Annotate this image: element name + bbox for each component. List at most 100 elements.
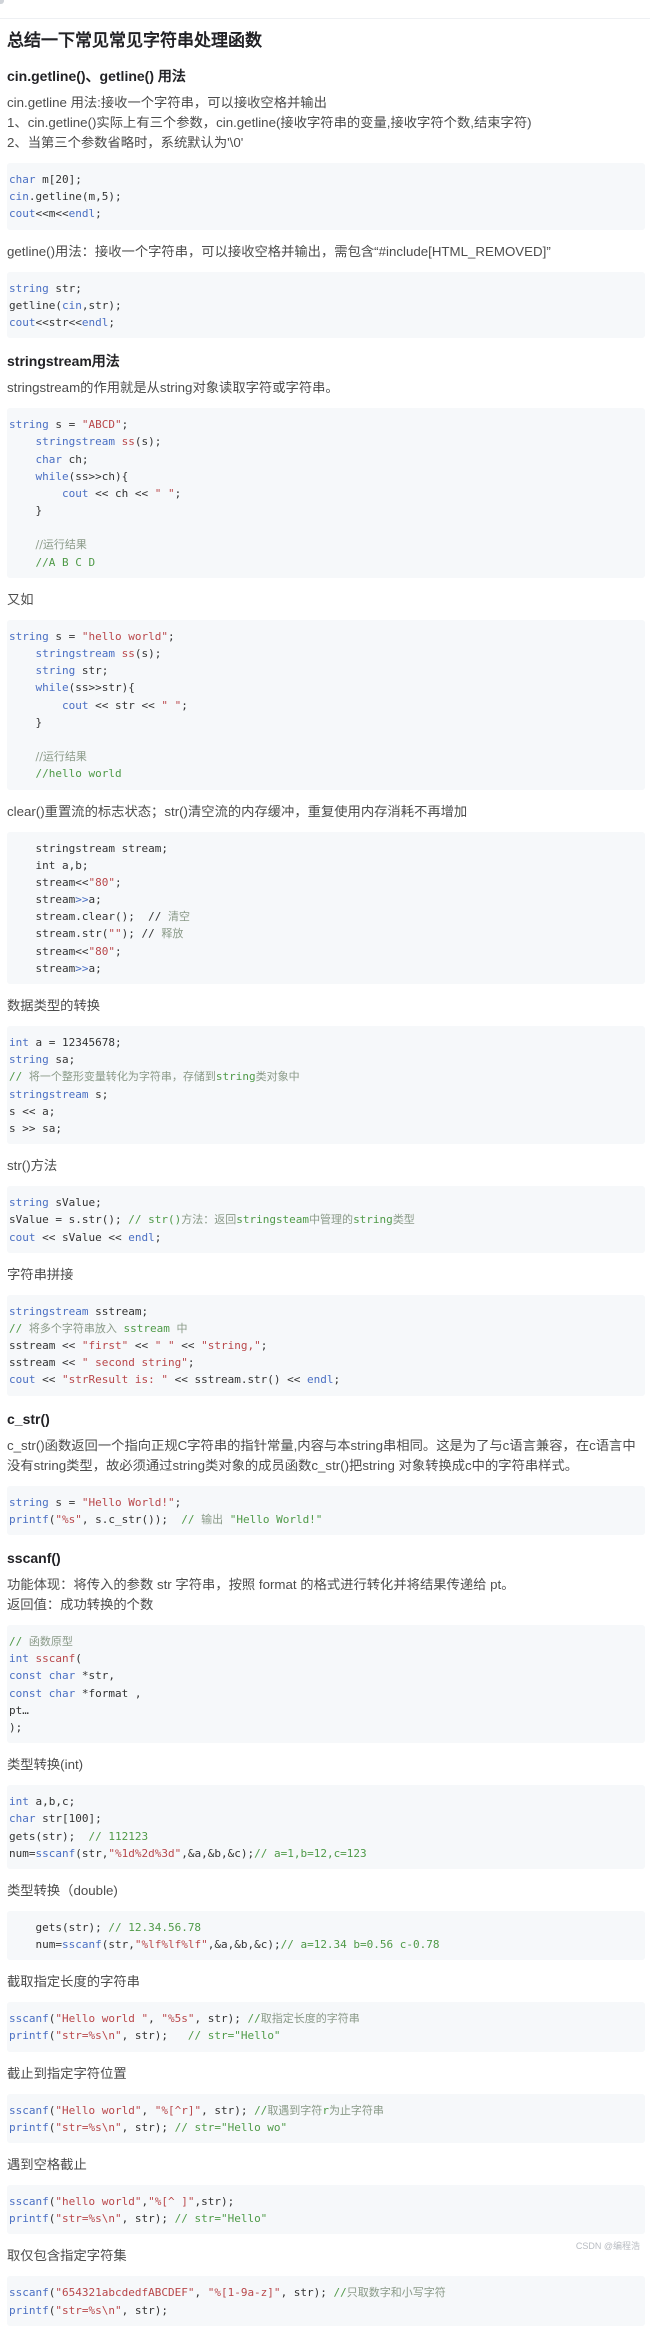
code-line: cout << str << " "; (9, 697, 643, 714)
code-token-kw: int (9, 1652, 29, 1666)
code-block[interactable]: sscanf("Hello world ", "%5s", str); //取指… (7, 2002, 645, 2052)
code-line: sscanf("654321abcdedfABCDEF", "%[1-9a-z]… (9, 2284, 643, 2301)
code-token-plain: << str << (88, 698, 162, 712)
code-token-plain: .getline(m,5); (28, 190, 122, 204)
code-line: gets(str); // 12.34.56.78 (9, 1919, 643, 1936)
code-token-cmcn: 取遇到字符 (267, 2103, 323, 2117)
code-block[interactable]: string s = "ABCD"; stringstream ss(s); c… (7, 408, 645, 578)
code-token-str: " " (154, 486, 175, 500)
code-token-kw: cin (61, 298, 82, 312)
code-block[interactable]: stringstream sstream;// 将多个字符串放入 sstream… (7, 1294, 645, 1396)
code-token-cm: // str() (128, 1213, 182, 1227)
code-token-str: "str=%s\n" (55, 2120, 122, 2134)
code-line: const char *str, (9, 1667, 643, 1684)
code-token-plain: a = 12345678; (28, 1036, 122, 1049)
code-token-plain: stream<< (9, 944, 89, 958)
code-token-str: "%[^r]" (154, 2103, 202, 2117)
code-line: num=sscanf(str,"%lf%lf%lf",&a,&b,&c);// … (9, 1936, 643, 1953)
code-line: getline(cin,str); (9, 297, 643, 314)
code-token-plain: sstream << (9, 1339, 82, 1353)
code-line: gets(str); // 112123 (9, 1828, 643, 1845)
code-token-cmcn: 方法：返回 (181, 1213, 237, 1227)
code-token-kw: endl (307, 1373, 334, 1387)
code-token-cm: r (322, 2103, 329, 2117)
code-token-kw: sscanf (9, 2286, 49, 2300)
code-token-str: "%1d%2d%3d" (108, 1846, 182, 1860)
code-token-plain: ; (174, 486, 182, 500)
code-line: sstream << "first" << " " << "string,"; (9, 1337, 643, 1354)
code-block[interactable]: sscanf("Hello world", "%[^r]", str); //取… (7, 2093, 645, 2143)
code-block[interactable]: string s = "Hello World!"; printf("%s", s… (7, 1485, 645, 1535)
code-token-str: " " (154, 1339, 175, 1353)
code-token-kw: char (9, 1812, 36, 1826)
code-token-str: "80" (88, 875, 115, 889)
code-token-plain: ; (154, 1230, 162, 1244)
code-line: sscanf("Hello world ", "%5s", str); //取指… (9, 2010, 643, 2027)
code-block[interactable]: string s = "hello world"; stringstream s… (7, 619, 645, 790)
code-line: cout<<str<<endl; (9, 314, 643, 331)
code-token-plain: <<m<< (35, 207, 69, 221)
code-line: sscanf("hello world","%[^ ]",str); (9, 2193, 643, 2210)
code-line: stream.str(""); // 释放 (9, 925, 643, 942)
code-line: } (9, 502, 643, 519)
code-token-kw: string (9, 629, 49, 643)
paragraph: 功能体现：将传入的参数 str 字符串，按照 format 的格式进行转化并将结… (7, 1575, 645, 1615)
code-token-str: "%s" (55, 1512, 82, 1526)
code-block[interactable]: string sValue; sValue = s.str(); // str()… (7, 1186, 645, 1253)
code-token-str: "%[^ ]" (148, 2195, 195, 2208)
code-token-str: "%lf%lf%lf" (134, 1938, 208, 1952)
code-block[interactable]: gets(str); // 12.34.56.78 num=sscanf(str… (7, 1910, 645, 1961)
code-block[interactable]: sscanf("654321abcdedfABCDEF", "%[1-9a-z]… (7, 2276, 645, 2326)
code-token-kw: >> (75, 961, 89, 975)
code-block[interactable]: int a,b,c; char str[100]; gets(str); // 11… (7, 1785, 645, 1869)
code-block[interactable]: char m[20]; cin.getline(m,5); cout<<m<<end… (7, 163, 645, 230)
code-token-plain: , (194, 2286, 208, 2300)
code-token-kw: sscanf (35, 1846, 76, 1860)
code-token-cm: string (215, 1070, 256, 1084)
code-token-plain: s = (48, 1495, 82, 1509)
code-token-plain: ; (114, 944, 122, 958)
code-token-cm: stringsteam (236, 1213, 310, 1227)
code-token-str: "%[1-9a-z]" (207, 2286, 281, 2300)
code-token-plain: ,&a,&b,&c); (207, 1938, 281, 1952)
code-token-kw: cin (9, 190, 29, 204)
code-block[interactable]: string str; getline(cin,str); cout<<str<<e… (7, 271, 645, 339)
code-token-plain: ( (48, 2303, 56, 2317)
code-token-cm: // (333, 2286, 347, 2300)
code-line: string s = "ABCD"; (9, 416, 643, 433)
code-line: stream>>a; (9, 891, 643, 908)
paragraph: c_str()函数返回一个指向正规C字符串的指针常量,内容与本string串相同… (7, 1436, 645, 1476)
code-token-plain: ; (95, 207, 102, 221)
code-token-plain: s = (48, 418, 82, 432)
code-line: num=sscanf(str,"%1d%2d%3d",&a,&b,&c);// … (9, 1845, 643, 1862)
code-line: printf("str=%s\n", str); // str="Hello" (9, 2027, 643, 2044)
code-line: // 将多个字符串放入 sstream 中 (9, 1320, 643, 1337)
paragraph-line: stringstream的作用就是从string对象读取字符或字符串。 (7, 380, 339, 396)
code-block[interactable]: sscanf("hello world","%[^ ]",str); printf… (7, 2185, 645, 2235)
code-token-plain: , str); (280, 2286, 334, 2300)
code-line: stream>>a; (9, 960, 643, 977)
paragraph-line: cin.getline 用法:接收一个字符串，可以接收空格并输出 (7, 95, 327, 110)
code-token-plain: sValue = s.str(); (9, 1213, 129, 1227)
code-block[interactable]: // 函数原型 int sscanf(const char *str, const … (7, 1625, 645, 1744)
code-line: stream<<"80"; (9, 943, 643, 960)
code-token-fn: ss (121, 647, 135, 660)
code-block[interactable]: stringstream stream; int a,b; stream<<"8… (7, 831, 645, 984)
code-token-kw: cout (9, 1373, 36, 1387)
code-line: int a,b; (9, 857, 643, 874)
code-token-plain: ( (48, 2286, 56, 2300)
code-token-plain: ; (174, 1495, 182, 1509)
code-token-cmcn: 将一个整形变量转化为字符串，存储到 (28, 1070, 216, 1084)
code-token-plain: m[20]; (35, 173, 82, 186)
code-token-fn: sscanf (35, 1652, 76, 1666)
code-token-kw: printf (9, 2029, 49, 2043)
code-token-kw: sscanf (9, 2012, 49, 2026)
code-token-plain: sa; (48, 1053, 76, 1067)
code-block[interactable]: int a = 12345678; string sa;// 将一个整形变量转化为… (7, 1026, 645, 1145)
section-heading: cin.getline()、getline() 用法 (7, 68, 186, 84)
paragraph-line: 1、cin.getline()实际上有三个参数，cin.getline(接收字符… (7, 115, 532, 130)
code-token-plain: s = (48, 629, 82, 643)
